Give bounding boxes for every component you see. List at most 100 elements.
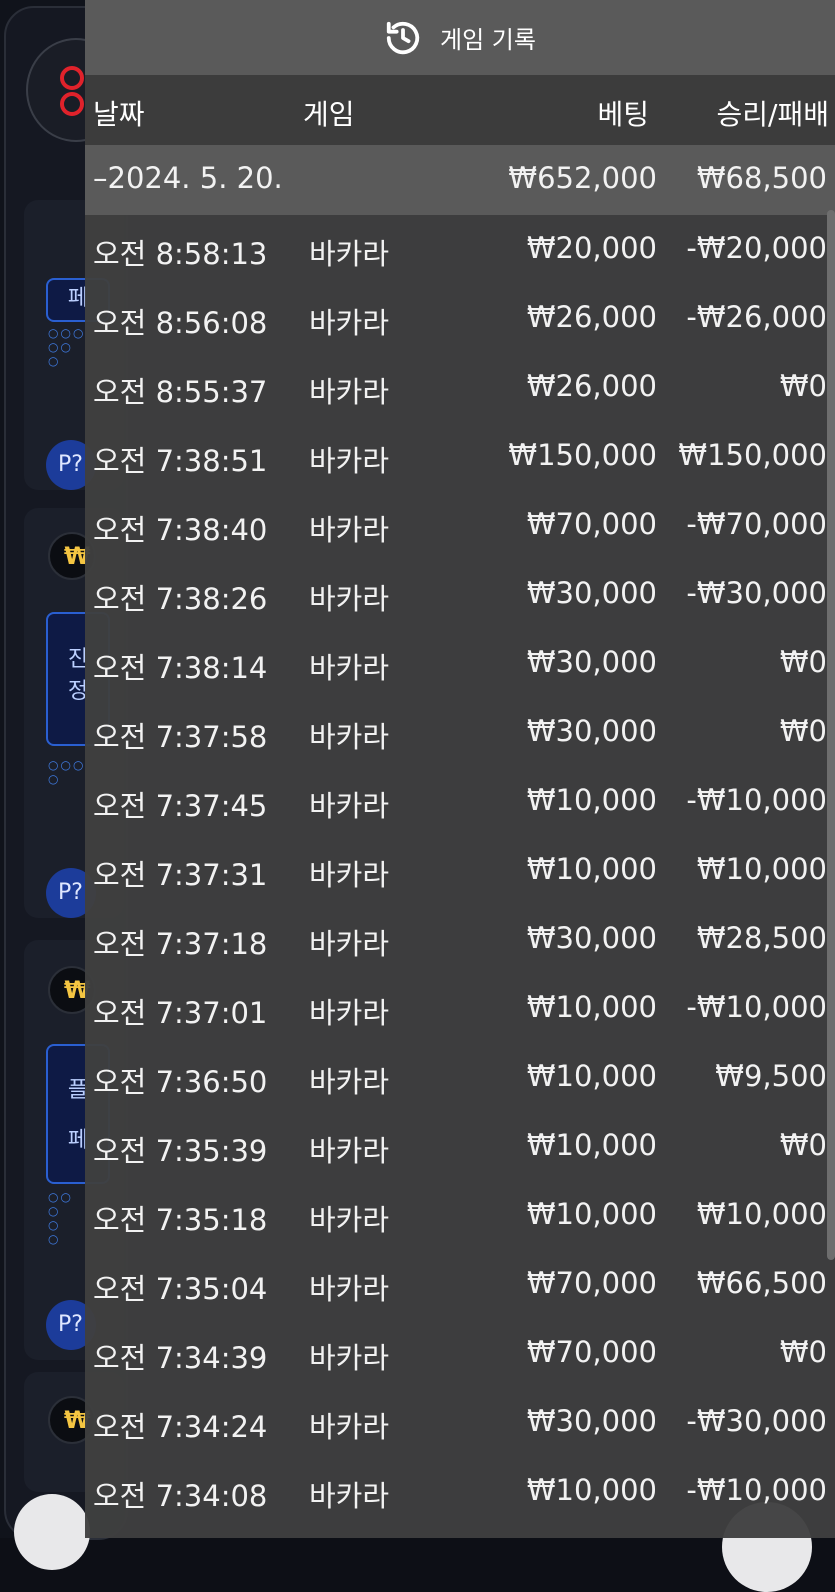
row-bet: ₩70,000 — [526, 507, 657, 541]
table-row[interactable]: 오전 7:37:58 바카라 ₩30,000 ₩0 — [85, 698, 835, 767]
row-result: ₩10,000 — [696, 852, 827, 886]
chip-button[interactable] — [14, 1494, 90, 1570]
row-result: -₩30,000 — [686, 1404, 827, 1438]
panel-title: 게임 기록 — [440, 26, 536, 54]
row-result: ₩0 — [779, 714, 827, 748]
row-time: 오전 7:38:40 — [93, 513, 268, 547]
player-bet-label: P? — [58, 880, 83, 905]
table-row[interactable]: 오전 7:37:45 바카라 ₩10,000 -₩10,000 — [85, 767, 835, 836]
roadmap-dots-icon: ○○○ ○○ ○ — [48, 326, 86, 368]
row-game: 바카라 — [309, 996, 390, 1030]
row-bet: ₩30,000 — [526, 1404, 657, 1438]
row-bet: ₩10,000 — [526, 1473, 657, 1507]
row-bet: ₩26,000 — [526, 369, 657, 403]
table-row[interactable]: 오전 7:35:18 바카라 ₩10,000 ₩10,000 — [85, 1181, 835, 1250]
game-history-panel: 게임 기록 날짜 게임 베팅 승리/패배 –2024. 5. 20. ₩652,… — [85, 0, 835, 1538]
scrollbar[interactable] — [827, 210, 835, 1260]
row-time: 오전 7:35:39 — [93, 1134, 268, 1168]
row-game: 바카라 — [309, 720, 390, 754]
row-time: 오전 7:37:58 — [93, 720, 268, 754]
table-row[interactable]: 오전 7:38:26 바카라 ₩30,000 -₩30,000 — [85, 560, 835, 629]
table-row[interactable]: 오전 7:34:08 바카라 ₩10,000 -₩10,000 — [85, 1457, 835, 1526]
row-game: 바카라 — [309, 237, 390, 271]
row-game: 바카라 — [309, 1203, 390, 1237]
row-time: 오전 8:58:13 — [93, 237, 268, 271]
table-row[interactable]: 오전 8:56:08 바카라 ₩26,000 -₩26,000 — [85, 284, 835, 353]
table-row[interactable]: 오전 7:36:50 바카라 ₩10,000 ₩9,500 — [85, 1043, 835, 1112]
table-header: 날짜 게임 베팅 승리/패배 — [85, 75, 835, 145]
table-row[interactable]: 오전 8:55:37 바카라 ₩26,000 ₩0 — [85, 353, 835, 422]
table-row[interactable]: 오전 7:34:39 바카라 ₩70,000 ₩0 — [85, 1319, 835, 1388]
column-header-date: 날짜 — [93, 98, 145, 131]
date-group-date: –2024. 5. 20. — [93, 161, 283, 195]
row-result: ₩10,000 — [696, 1197, 827, 1231]
row-game: 바카라 — [309, 1341, 390, 1375]
row-result: ₩0 — [779, 645, 827, 679]
row-time: 오전 8:55:37 — [93, 375, 268, 409]
logo-icon — [60, 66, 84, 118]
row-bet: ₩10,000 — [526, 1059, 657, 1093]
player-bet-label: P? — [58, 452, 83, 477]
row-time: 오전 7:35:18 — [93, 1203, 268, 1237]
date-group-total-result: ₩68,500 — [696, 161, 827, 195]
table-row[interactable]: 오전 7:37:18 바카라 ₩30,000 ₩28,500 — [85, 905, 835, 974]
table-row[interactable]: 오전 7:34:24 바카라 ₩30,000 -₩30,000 — [85, 1388, 835, 1457]
table-row[interactable]: 오전 7:38:51 바카라 ₩150,000 ₩150,000 — [85, 422, 835, 491]
row-bet: ₩30,000 — [526, 576, 657, 610]
panel-title-bar: 게임 기록 — [85, 0, 835, 75]
table-row[interactable]: 오전 7:37:31 바카라 ₩10,000 ₩10,000 — [85, 836, 835, 905]
row-game: 바카라 — [309, 927, 390, 961]
row-game: 바카라 — [309, 375, 390, 409]
row-result: ₩28,500 — [696, 921, 827, 955]
row-game: 바카라 — [309, 513, 390, 547]
row-game: 바카라 — [309, 789, 390, 823]
row-game: 바카라 — [309, 582, 390, 616]
column-header-bet: 베팅 — [597, 98, 649, 131]
row-result: ₩0 — [779, 1335, 827, 1369]
table-row[interactable]: 오전 7:35:04 바카라 ₩70,000 ₩66,500 — [85, 1250, 835, 1319]
history-list: 오전 8:58:13 바카라 ₩20,000 -₩20,000 오전 8:56:08 바카… — [85, 215, 835, 1526]
row-result: -₩10,000 — [686, 1473, 827, 1507]
row-game: 바카라 — [309, 1479, 390, 1513]
table-row[interactable]: 오전 8:58:13 바카라 ₩20,000 -₩20,000 — [85, 215, 835, 284]
row-bet: ₩10,000 — [526, 990, 657, 1024]
row-time: 오전 7:34:39 — [93, 1341, 268, 1375]
row-bet: ₩10,000 — [526, 1128, 657, 1162]
row-game: 바카라 — [309, 1410, 390, 1444]
row-result: -₩10,000 — [686, 783, 827, 817]
row-game: 바카라 — [309, 1065, 390, 1099]
row-result: ₩66,500 — [696, 1266, 827, 1300]
table-row[interactable]: 오전 7:38:14 바카라 ₩30,000 ₩0 — [85, 629, 835, 698]
row-bet: ₩30,000 — [526, 645, 657, 679]
row-result: -₩70,000 — [686, 507, 827, 541]
row-bet: ₩10,000 — [526, 783, 657, 817]
row-time: 오전 7:38:14 — [93, 651, 268, 685]
table-row[interactable]: 오전 7:37:01 바카라 ₩10,000 -₩10,000 — [85, 974, 835, 1043]
row-time: 오전 7:37:45 — [93, 789, 268, 823]
table-row[interactable]: 오전 7:38:40 바카라 ₩70,000 -₩70,000 — [85, 491, 835, 560]
row-bet: ₩30,000 — [526, 921, 657, 955]
row-result: -₩30,000 — [686, 576, 827, 610]
row-result: ₩0 — [779, 369, 827, 403]
row-result: ₩150,000 — [678, 438, 827, 472]
date-group-total-bet: ₩652,000 — [508, 161, 657, 195]
date-group-row[interactable]: –2024. 5. 20. ₩652,000 ₩68,500 — [85, 145, 835, 215]
row-bet: ₩70,000 — [526, 1335, 657, 1369]
row-time: 오전 7:37:01 — [93, 996, 268, 1030]
row-bet: ₩20,000 — [526, 231, 657, 265]
row-time: 오전 7:37:31 — [93, 858, 268, 892]
row-game: 바카라 — [309, 651, 390, 685]
row-time: 오전 7:34:24 — [93, 1410, 268, 1444]
column-header-result: 승리/패배 — [716, 98, 829, 131]
row-game: 바카라 — [309, 858, 390, 892]
row-time: 오전 7:38:26 — [93, 582, 268, 616]
row-game: 바카라 — [309, 1134, 390, 1168]
row-game: 바카라 — [309, 444, 390, 478]
row-bet: ₩10,000 — [526, 1197, 657, 1231]
row-game: 바카라 — [309, 1272, 390, 1306]
row-game: 바카라 — [309, 306, 390, 340]
row-time: 오전 7:35:04 — [93, 1272, 268, 1306]
row-result: -₩10,000 — [686, 990, 827, 1024]
table-row[interactable]: 오전 7:35:39 바카라 ₩10,000 ₩0 — [85, 1112, 835, 1181]
row-time: 오전 7:34:08 — [93, 1479, 268, 1513]
